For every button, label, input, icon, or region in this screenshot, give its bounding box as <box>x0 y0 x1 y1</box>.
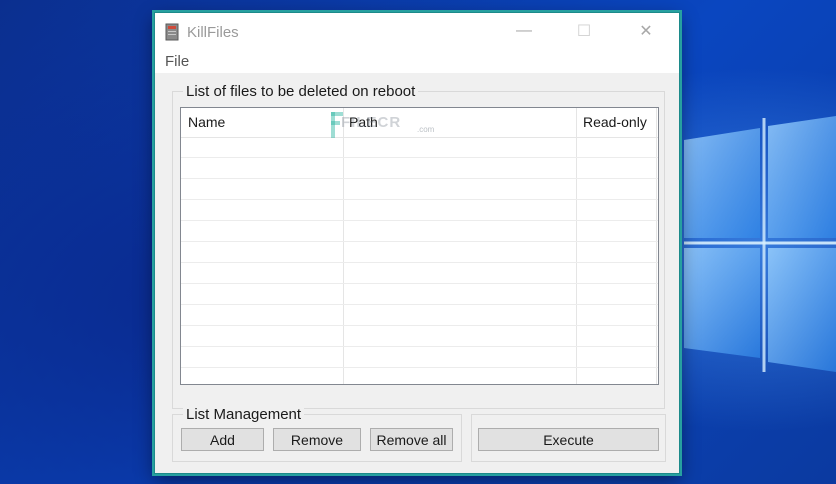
watermark-suffix: .com <box>417 125 435 134</box>
maximize-icon: ☐ <box>576 23 592 40</box>
grid-line <box>181 178 658 179</box>
grid-line <box>181 262 658 263</box>
grid-line <box>181 157 658 158</box>
files-group-title: List of files to be deleted on reboot <box>183 83 419 100</box>
column-separator[interactable] <box>343 108 344 384</box>
grid-line <box>181 346 658 347</box>
killfiles-window: KillFiles — ☐ ✕ File List of files to be… <box>154 12 680 474</box>
files-groupbox: List of files to be deleted on reboot Na… <box>172 83 665 409</box>
window-title: KillFiles <box>187 24 239 41</box>
add-button[interactable]: Add <box>181 428 264 451</box>
title-bar[interactable]: KillFiles — ☐ ✕ <box>155 13 679 51</box>
watermark-text: FILECR <box>341 114 402 131</box>
column-header-name[interactable]: Name <box>188 114 225 130</box>
remove-button[interactable]: Remove <box>273 428 361 451</box>
grid-line <box>181 241 658 242</box>
management-group-title: List Management <box>183 406 305 423</box>
files-listview[interactable]: Name Path Read-only FILECR .com <box>180 107 659 385</box>
column-separator[interactable] <box>576 108 577 384</box>
menu-bar: File <box>155 51 679 73</box>
grid-line <box>181 283 658 284</box>
app-icon <box>165 23 179 41</box>
execute-button[interactable]: Execute <box>478 428 659 451</box>
minimize-button[interactable]: — <box>495 13 553 49</box>
grid-line <box>181 199 658 200</box>
maximize-button[interactable]: ☐ <box>555 13 613 49</box>
remove-all-button[interactable]: Remove all <box>370 428 453 451</box>
column-header-read-only[interactable]: Read-only <box>583 114 647 130</box>
grid-line <box>181 367 658 368</box>
grid-line <box>181 304 658 305</box>
close-icon: ✕ <box>639 23 653 40</box>
grid-line <box>181 220 658 221</box>
menu-file[interactable]: File <box>165 53 189 70</box>
grid-line <box>181 325 658 326</box>
execute-groupbox: Execute <box>471 414 666 462</box>
close-button[interactable]: ✕ <box>617 13 675 49</box>
list-management-groupbox: List Management Add Remove Remove all <box>172 406 462 462</box>
minimize-icon: — <box>516 22 532 39</box>
column-separator[interactable] <box>656 108 657 384</box>
